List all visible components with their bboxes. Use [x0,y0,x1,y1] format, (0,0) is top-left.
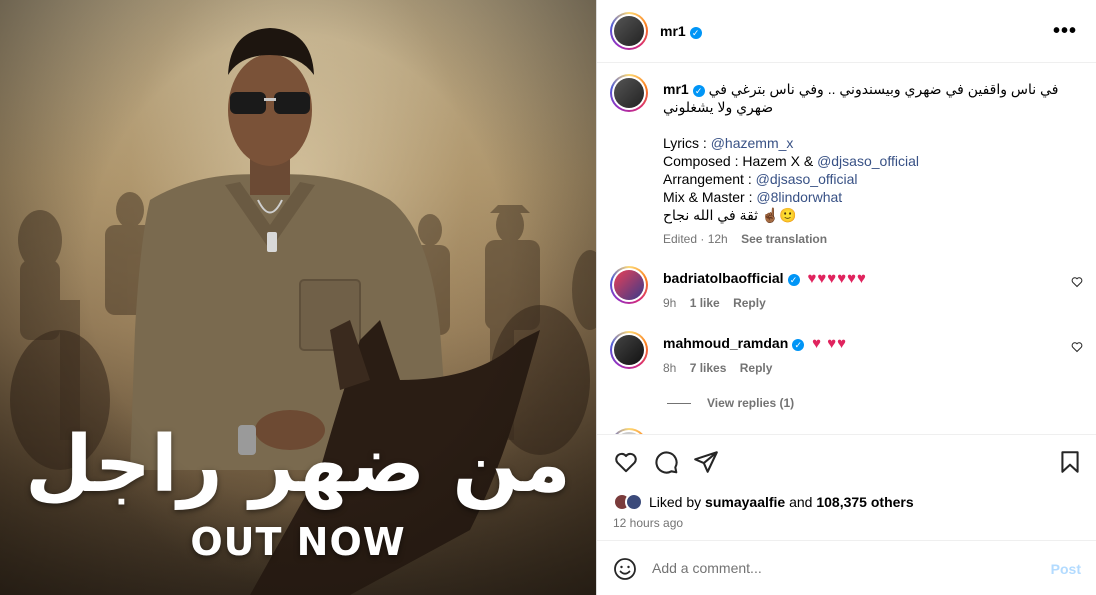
comment-like-heart-icon[interactable] [1071,341,1083,356]
reply-button[interactable]: Reply [740,361,773,375]
caption-username[interactable]: mr1 [663,81,689,97]
caption-mix: Mix & Master : @8lindorwhat [663,189,843,205]
post-modal: من ضهر راجل OUT NOW mr1 ✓ ••• mr1 ✓ في ناس… [0,0,1096,595]
mention-link[interactable]: @8lindorwhat [756,189,842,205]
mention-link[interactable]: @djsaso_official [817,153,919,169]
post-details-panel: mr1 ✓ ••• mr1 ✓ في ناس واقفين في ضهري وبيس… [596,0,1096,595]
view-replies-button[interactable]: View replies (1) [667,396,794,410]
verified-badge-icon: ✓ [692,85,705,97]
post-comment-button[interactable]: Post [1051,561,1081,577]
mention-link[interactable]: @djsaso_official [756,171,858,187]
caption: mr1 ✓ في ناس واقفين في ضهري وبيسندوني .. … [663,80,1063,248]
comment-username[interactable]: badriatolbaofficial [663,270,784,286]
likes-summary: Liked by sumayaalfie and 108,375 others [613,493,914,511]
reply-button[interactable]: Reply [733,296,766,310]
comment-time: 8h [663,361,677,375]
share-icon[interactable] [693,449,721,477]
caption-arrangement: Arrangement : @djsaso_official [663,171,858,187]
comment-username[interactable]: mahmoud_ramdan [663,335,788,351]
emoji-icon[interactable] [613,557,637,584]
post-timestamp: 12 hours ago [613,516,684,530]
media-title-arabic: من ضهر راجل [25,420,571,510]
replies-divider [667,403,691,405]
media-title-english: OUT NOW [190,520,406,564]
see-translation-button[interactable]: See translation [741,232,827,246]
comment-likes[interactable]: 7 likes [690,361,727,375]
verified-badge-icon: ✓ [689,27,702,39]
add-comment-bar: Post [597,540,1096,595]
caption-line1: في ناس واقفين في ضهري وبيسندوني .. وفي ن… [663,81,1059,115]
comment-likes[interactable]: 1 like [690,296,720,310]
more-options-icon[interactable]: ••• [1053,20,1077,43]
caption-lyrics: Lyrics : @hazemm_x [663,135,794,151]
caption-avatar[interactable] [610,74,648,112]
comment-icon[interactable] [653,449,681,477]
comment-text: ♥ ♥♥ [812,335,848,352]
comment-text: ♥♥♥♥♥♥ [807,270,867,287]
comment-avatar[interactable] [610,331,648,369]
liker-username[interactable]: sumayaalfie [705,494,785,510]
author-username[interactable]: mr1 ✓ [660,23,702,39]
verified-badge-icon: ✓ [787,274,800,286]
post-actions: Liked by sumayaalfie and 108,375 others … [597,434,1096,540]
comment-like-heart-icon[interactable] [1071,276,1083,291]
author-avatar[interactable] [610,12,648,50]
post-image[interactable]: من ضهر راجل OUT NOW [0,0,596,595]
comment-input[interactable] [652,560,1032,576]
verified-badge-icon: ✓ [792,339,805,351]
likes-count[interactable]: 108,375 others [816,494,913,510]
post-header: mr1 ✓ ••• [597,0,1096,63]
liker-avatar[interactable] [625,493,643,511]
caption-closing: ثقة في الله نجاح ☝🏾🙂 [663,207,797,223]
mention-link[interactable]: @hazemm_x [711,135,794,151]
caption-meta: Edited · 12h See translation [663,232,828,246]
heart-icon[interactable] [613,449,641,477]
comment-avatar[interactable] [610,266,648,304]
caption-composed: Composed : Hazem X & @djsaso_official [663,153,919,169]
comment-time: 9h [663,296,677,310]
comments-list: mr1 ✓ في ناس واقفين في ضهري وبيسندوني .. … [597,64,1096,434]
bookmark-icon[interactable] [1057,449,1085,477]
